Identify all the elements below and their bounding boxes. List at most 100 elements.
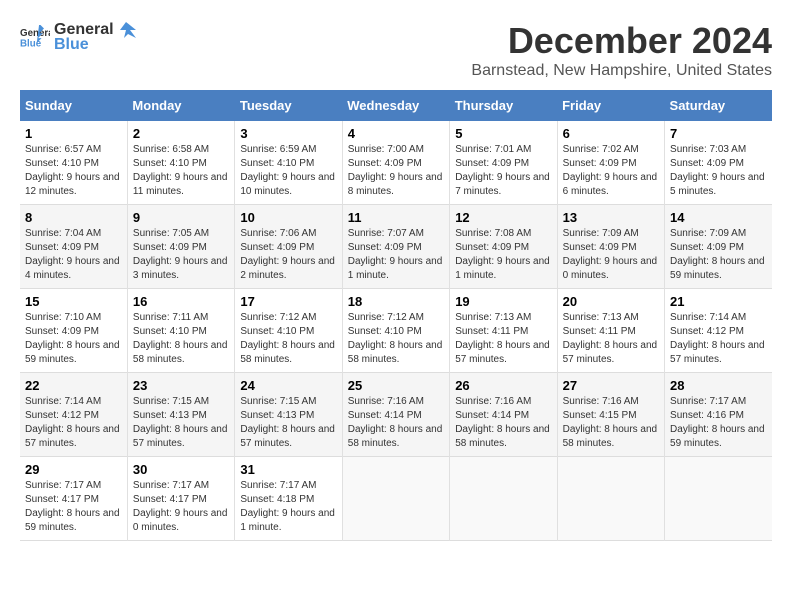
day-number: 20 [563, 294, 659, 309]
day-number: 22 [25, 378, 122, 393]
day-info: Sunrise: 7:13 AM Sunset: 4:11 PM Dayligh… [455, 311, 551, 367]
calendar-cell [450, 457, 557, 541]
svg-text:General: General [20, 28, 50, 39]
calendar-cell: 14 Sunrise: 7:09 AM Sunset: 4:09 PM Dayl… [665, 205, 772, 289]
day-number: 21 [670, 294, 767, 309]
calendar-cell [342, 457, 449, 541]
day-info: Sunrise: 7:07 AM Sunset: 4:09 PM Dayligh… [348, 227, 444, 283]
calendar-cell: 11 Sunrise: 7:07 AM Sunset: 4:09 PM Dayl… [342, 205, 449, 289]
calendar-cell: 17 Sunrise: 7:12 AM Sunset: 4:10 PM Dayl… [235, 289, 342, 373]
month-title: December 2024 [471, 20, 772, 62]
day-number: 6 [563, 126, 659, 141]
day-info: Sunrise: 7:05 AM Sunset: 4:09 PM Dayligh… [133, 227, 229, 283]
day-number: 8 [25, 210, 122, 225]
header-monday: Monday [127, 90, 234, 121]
calendar-cell: 27 Sunrise: 7:16 AM Sunset: 4:15 PM Dayl… [557, 373, 664, 457]
week-row-4: 22 Sunrise: 7:14 AM Sunset: 4:12 PM Dayl… [20, 373, 772, 457]
day-number: 18 [348, 294, 444, 309]
day-number: 19 [455, 294, 551, 309]
header-thursday: Thursday [450, 90, 557, 121]
calendar-cell: 9 Sunrise: 7:05 AM Sunset: 4:09 PM Dayli… [127, 205, 234, 289]
day-info: Sunrise: 7:12 AM Sunset: 4:10 PM Dayligh… [240, 311, 336, 367]
day-info: Sunrise: 7:14 AM Sunset: 4:12 PM Dayligh… [670, 311, 767, 367]
day-info: Sunrise: 7:09 AM Sunset: 4:09 PM Dayligh… [670, 227, 767, 283]
day-info: Sunrise: 7:06 AM Sunset: 4:09 PM Dayligh… [240, 227, 336, 283]
calendar-cell: 12 Sunrise: 7:08 AM Sunset: 4:09 PM Dayl… [450, 205, 557, 289]
calendar-cell: 24 Sunrise: 7:15 AM Sunset: 4:13 PM Dayl… [235, 373, 342, 457]
day-number: 28 [670, 378, 767, 393]
header-saturday: Saturday [665, 90, 772, 121]
calendar-cell [665, 457, 772, 541]
day-number: 16 [133, 294, 229, 309]
day-info: Sunrise: 7:14 AM Sunset: 4:12 PM Dayligh… [25, 395, 122, 451]
day-info: Sunrise: 7:16 AM Sunset: 4:14 PM Dayligh… [455, 395, 551, 451]
calendar-cell: 5 Sunrise: 7:01 AM Sunset: 4:09 PM Dayli… [450, 121, 557, 205]
weekday-header-row: SundayMondayTuesdayWednesdayThursdayFrid… [20, 90, 772, 121]
calendar-cell [557, 457, 664, 541]
calendar-cell: 7 Sunrise: 7:03 AM Sunset: 4:09 PM Dayli… [665, 121, 772, 205]
calendar-cell: 23 Sunrise: 7:15 AM Sunset: 4:13 PM Dayl… [127, 373, 234, 457]
day-number: 2 [133, 126, 229, 141]
day-info: Sunrise: 7:17 AM Sunset: 4:17 PM Dayligh… [133, 479, 229, 535]
day-info: Sunrise: 7:10 AM Sunset: 4:09 PM Dayligh… [25, 311, 122, 367]
day-info: Sunrise: 7:09 AM Sunset: 4:09 PM Dayligh… [563, 227, 659, 283]
week-row-2: 8 Sunrise: 7:04 AM Sunset: 4:09 PM Dayli… [20, 205, 772, 289]
calendar-cell: 31 Sunrise: 7:17 AM Sunset: 4:18 PM Dayl… [235, 457, 342, 541]
calendar-cell: 20 Sunrise: 7:13 AM Sunset: 4:11 PM Dayl… [557, 289, 664, 373]
calendar-cell: 19 Sunrise: 7:13 AM Sunset: 4:11 PM Dayl… [450, 289, 557, 373]
day-info: Sunrise: 7:04 AM Sunset: 4:09 PM Dayligh… [25, 227, 122, 283]
day-number: 26 [455, 378, 551, 393]
day-number: 14 [670, 210, 767, 225]
title-area: December 2024 Barnstead, New Hampshire, … [471, 20, 772, 80]
calendar-cell: 6 Sunrise: 7:02 AM Sunset: 4:09 PM Dayli… [557, 121, 664, 205]
day-number: 12 [455, 210, 551, 225]
day-number: 3 [240, 126, 336, 141]
day-info: Sunrise: 7:12 AM Sunset: 4:10 PM Dayligh… [348, 311, 444, 367]
header-sunday: Sunday [20, 90, 127, 121]
day-info: Sunrise: 7:13 AM Sunset: 4:11 PM Dayligh… [563, 311, 659, 367]
day-info: Sunrise: 6:59 AM Sunset: 4:10 PM Dayligh… [240, 143, 336, 199]
calendar-cell: 21 Sunrise: 7:14 AM Sunset: 4:12 PM Dayl… [665, 289, 772, 373]
page-header: General Blue General Blue December 2024 … [20, 20, 772, 80]
day-info: Sunrise: 7:16 AM Sunset: 4:15 PM Dayligh… [563, 395, 659, 451]
day-info: Sunrise: 7:00 AM Sunset: 4:09 PM Dayligh… [348, 143, 444, 199]
calendar-cell: 15 Sunrise: 7:10 AM Sunset: 4:09 PM Dayl… [20, 289, 127, 373]
calendar-cell: 18 Sunrise: 7:12 AM Sunset: 4:10 PM Dayl… [342, 289, 449, 373]
header-tuesday: Tuesday [235, 90, 342, 121]
calendar-cell: 8 Sunrise: 7:04 AM Sunset: 4:09 PM Dayli… [20, 205, 127, 289]
day-info: Sunrise: 6:58 AM Sunset: 4:10 PM Dayligh… [133, 143, 229, 199]
week-row-5: 29 Sunrise: 7:17 AM Sunset: 4:17 PM Dayl… [20, 457, 772, 541]
day-number: 4 [348, 126, 444, 141]
day-number: 17 [240, 294, 336, 309]
calendar-cell: 1 Sunrise: 6:57 AM Sunset: 4:10 PM Dayli… [20, 121, 127, 205]
logo-icon: General Blue [20, 25, 50, 50]
calendar-cell: 25 Sunrise: 7:16 AM Sunset: 4:14 PM Dayl… [342, 373, 449, 457]
header-wednesday: Wednesday [342, 90, 449, 121]
day-number: 10 [240, 210, 336, 225]
day-number: 23 [133, 378, 229, 393]
day-info: Sunrise: 7:15 AM Sunset: 4:13 PM Dayligh… [133, 395, 229, 451]
day-info: Sunrise: 7:17 AM Sunset: 4:16 PM Dayligh… [670, 395, 767, 451]
week-row-3: 15 Sunrise: 7:10 AM Sunset: 4:09 PM Dayl… [20, 289, 772, 373]
calendar-cell: 16 Sunrise: 7:11 AM Sunset: 4:10 PM Dayl… [127, 289, 234, 373]
day-number: 11 [348, 210, 444, 225]
day-info: Sunrise: 7:17 AM Sunset: 4:18 PM Dayligh… [240, 479, 336, 535]
day-info: Sunrise: 7:11 AM Sunset: 4:10 PM Dayligh… [133, 311, 229, 367]
day-number: 1 [25, 126, 122, 141]
logo-wordmark: General Blue [54, 20, 136, 54]
day-number: 13 [563, 210, 659, 225]
day-number: 30 [133, 462, 229, 477]
calendar-cell: 13 Sunrise: 7:09 AM Sunset: 4:09 PM Dayl… [557, 205, 664, 289]
header-friday: Friday [557, 90, 664, 121]
day-info: Sunrise: 6:57 AM Sunset: 4:10 PM Dayligh… [25, 143, 122, 199]
day-info: Sunrise: 7:02 AM Sunset: 4:09 PM Dayligh… [563, 143, 659, 199]
day-info: Sunrise: 7:03 AM Sunset: 4:09 PM Dayligh… [670, 143, 767, 199]
day-info: Sunrise: 7:08 AM Sunset: 4:09 PM Dayligh… [455, 227, 551, 283]
calendar-cell: 22 Sunrise: 7:14 AM Sunset: 4:12 PM Dayl… [20, 373, 127, 457]
calendar-cell: 4 Sunrise: 7:00 AM Sunset: 4:09 PM Dayli… [342, 121, 449, 205]
day-info: Sunrise: 7:01 AM Sunset: 4:09 PM Dayligh… [455, 143, 551, 199]
day-number: 27 [563, 378, 659, 393]
day-info: Sunrise: 7:16 AM Sunset: 4:14 PM Dayligh… [348, 395, 444, 451]
day-info: Sunrise: 7:15 AM Sunset: 4:13 PM Dayligh… [240, 395, 336, 451]
calendar-cell: 28 Sunrise: 7:17 AM Sunset: 4:16 PM Dayl… [665, 373, 772, 457]
